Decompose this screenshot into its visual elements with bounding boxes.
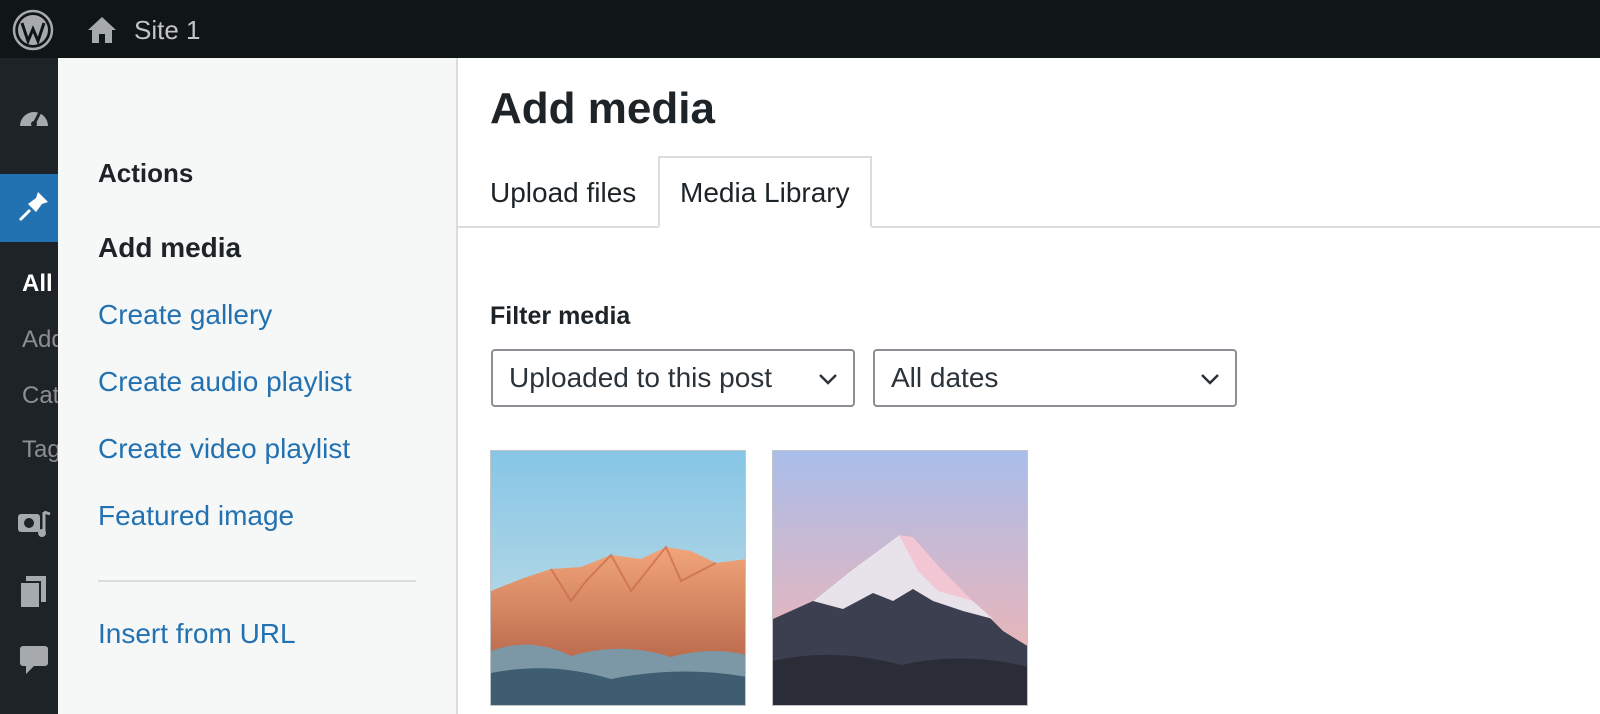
posts-menu-active[interactable] xyxy=(0,174,58,242)
media-attachment-thumbnail[interactable] xyxy=(490,450,746,706)
menu-item-add-media[interactable]: Add media xyxy=(98,232,241,264)
tab-media-library[interactable]: Media Library xyxy=(658,156,872,228)
submenu-item-all[interactable]: All xyxy=(22,270,53,298)
tabs-divider xyxy=(458,226,1600,228)
home-icon[interactable] xyxy=(86,14,118,46)
chevron-down-icon xyxy=(1201,374,1219,385)
wordpress-logo-icon[interactable] xyxy=(12,9,54,51)
pages-icon[interactable] xyxy=(16,574,52,610)
menu-item-insert-from-url[interactable]: Insert from URL xyxy=(98,618,296,650)
admin-bar: Site 1 xyxy=(0,0,1600,58)
media-modal: Actions Add media Create gallery Create … xyxy=(58,58,1600,714)
mountain-range-image xyxy=(491,451,745,705)
menu-item-create-audio-playlist[interactable]: Create audio playlist xyxy=(98,366,352,398)
snowy-peak-image xyxy=(773,451,1027,705)
actions-heading: Actions xyxy=(98,158,194,188)
comments-icon[interactable] xyxy=(16,642,52,678)
admin-menu: All Add Cat Tag xyxy=(0,58,65,714)
tab-upload-files[interactable]: Upload files xyxy=(490,158,636,226)
date-filter-value: All dates xyxy=(891,362,999,393)
filter-media-label: Filter media xyxy=(490,302,631,330)
media-attachment-thumbnail[interactable] xyxy=(772,450,1028,706)
submenu-item-categories[interactable]: Cat xyxy=(22,382,59,410)
menu-separator xyxy=(98,580,416,582)
media-frame-menu: Actions Add media Create gallery Create … xyxy=(58,58,458,714)
page-title: Add media xyxy=(490,84,715,133)
media-type-filter-select[interactable]: Uploaded to this post xyxy=(491,349,855,407)
menu-item-create-video-playlist[interactable]: Create video playlist xyxy=(98,433,350,465)
submenu-item-tags[interactable]: Tag xyxy=(22,436,61,464)
date-filter-select[interactable]: All dates xyxy=(873,349,1237,407)
pushpin-icon xyxy=(18,192,48,222)
menu-item-create-gallery[interactable]: Create gallery xyxy=(98,299,272,331)
chevron-down-icon xyxy=(819,374,837,385)
site-title[interactable]: Site 1 xyxy=(134,14,201,46)
media-icon[interactable] xyxy=(16,506,52,542)
menu-item-featured-image[interactable]: Featured image xyxy=(98,500,294,532)
dashboard-icon[interactable] xyxy=(16,100,52,136)
media-type-filter-value: Uploaded to this post xyxy=(509,362,773,393)
media-frame-content: Add media Upload files Media Library Fil… xyxy=(458,58,1600,714)
